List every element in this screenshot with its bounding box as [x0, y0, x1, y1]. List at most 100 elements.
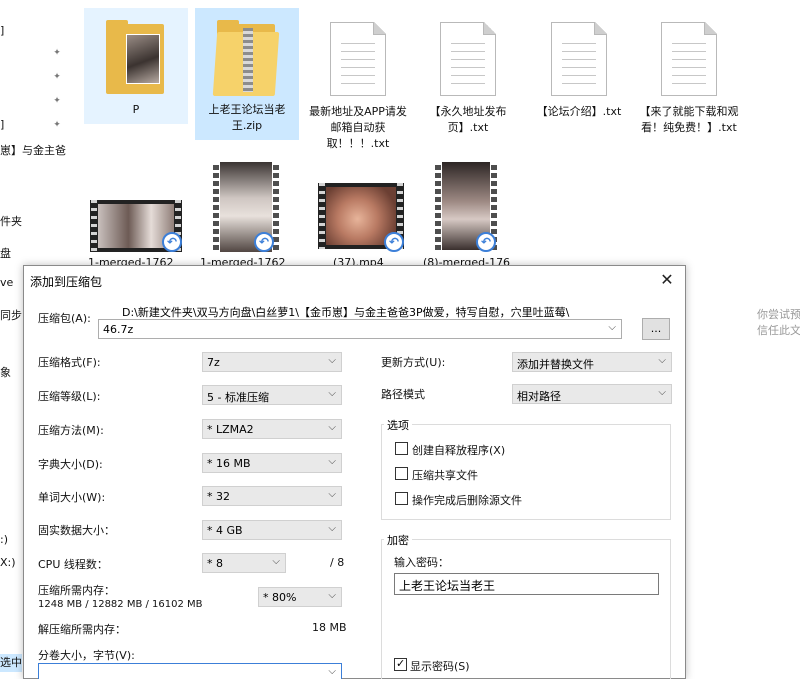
- nav-item[interactable]: ve: [0, 276, 13, 289]
- pin-icon: ✦: [53, 72, 61, 82]
- file-name: P: [132, 103, 140, 116]
- chevron-down-icon: ⌵: [608, 322, 616, 333]
- file-item-txt[interactable]: 最新地址及APP请发邮箱自动获取！！！.txt: [306, 8, 410, 158]
- file-item-txt[interactable]: 【论坛介绍】.txt: [527, 8, 631, 124]
- show-password-checkbox[interactable]: [394, 657, 407, 671]
- preview-hint-text: 信任此文: [757, 324, 800, 337]
- chevron-down-icon: ⌵: [328, 456, 336, 467]
- pin-icon: ✦: [53, 48, 61, 58]
- dict-label: 字典大小(D):: [38, 458, 103, 471]
- shortcut-arrow-icon: ↶: [476, 232, 496, 252]
- split-label: 分卷大小，字节(V):: [38, 649, 135, 662]
- decompress-memory-label: 解压缩所需内存：: [38, 623, 126, 636]
- format-label: 压缩格式(F):: [38, 356, 101, 369]
- close-icon[interactable]: ✕: [655, 269, 679, 291]
- screen: ] ✦ ✦ ✦ ] ✦ 崽】与金主爸 件夹 盘 ve 同步 象 :) X:) 选…: [0, 0, 800, 679]
- nav-item[interactable]: 件夹: [0, 213, 22, 229]
- file-name: 【永久地址发布页】.txt: [429, 105, 507, 134]
- update-mode-value: 添加并替换文件: [517, 358, 594, 371]
- format-select[interactable]: 7z ⌵: [202, 352, 342, 372]
- split-size-combo[interactable]: ⌵: [38, 663, 342, 679]
- cpu-label: CPU 线程数：: [38, 558, 108, 571]
- cpu-select[interactable]: * 8 ⌵: [202, 553, 286, 573]
- format-value: 7z: [207, 356, 220, 369]
- nav-item[interactable]: 盘: [0, 245, 11, 261]
- archive-path: D:\新建文件夹\双马方向盘\白丝萝1\【金币崽】与金主爸爸3P做爱，特写自慰，…: [122, 306, 570, 319]
- solid-label: 固实数据大小：: [38, 524, 115, 537]
- nav-item[interactable]: X:): [0, 556, 16, 569]
- file-item-txt[interactable]: 【永久地址发布页】.txt: [416, 8, 520, 140]
- path-mode-select[interactable]: 相对路径 ⌵: [512, 384, 672, 404]
- path-mode-label: 路径模式: [381, 388, 425, 401]
- memory-value: * 80%: [263, 591, 297, 604]
- method-value: * LZMA2: [207, 423, 254, 436]
- text-file-icon: [440, 22, 496, 96]
- file-name: 【来了就能下载和观看！纯免费！】.txt: [639, 105, 739, 134]
- chevron-down-icon: ⌵: [658, 355, 666, 366]
- dict-value: * 16 MB: [207, 457, 251, 470]
- sfx-label: 创建自释放程序(X): [412, 444, 506, 457]
- method-select[interactable]: * LZMA2 ⌵: [202, 419, 342, 439]
- zip-folder-icon: [212, 20, 280, 98]
- nav-item[interactable]: 同步: [0, 307, 22, 323]
- word-label: 单词大小(W):: [38, 491, 106, 504]
- path-mode-value: 相对路径: [517, 390, 561, 403]
- pin-icon: ✦: [53, 96, 61, 106]
- shared-files-label: 压缩共享文件: [412, 469, 478, 482]
- file-name: 【论坛介绍】.txt: [536, 105, 622, 118]
- folder-icon: [104, 20, 168, 98]
- shortcut-arrow-icon: ↶: [254, 232, 274, 252]
- options-group-title: 选项: [384, 417, 412, 433]
- delete-after-checkbox[interactable]: [395, 492, 408, 505]
- file-item-folder[interactable]: P: [84, 8, 188, 124]
- level-label: 压缩等级(L):: [38, 390, 101, 403]
- password-input[interactable]: 上老王论坛当老王: [394, 573, 659, 595]
- nav-item-selected[interactable]: 选中: [0, 654, 22, 672]
- password-value: 上老王论坛当老王: [399, 579, 496, 593]
- dialog-titlebar[interactable]: 添加到压缩包 ✕: [24, 266, 685, 296]
- text-file-icon: [551, 22, 607, 96]
- method-label: 压缩方法(M):: [38, 424, 104, 437]
- chevron-down-icon: ⌵: [328, 666, 336, 677]
- file-item-txt[interactable]: 【来了就能下载和观看！纯免费！】.txt: [637, 8, 741, 158]
- chevron-down-icon: ⌵: [328, 422, 336, 433]
- update-mode-label: 更新方式(U):: [381, 356, 446, 369]
- pin-icon: ✦: [53, 120, 61, 130]
- chevron-down-icon: ⌵: [272, 556, 280, 567]
- update-mode-select[interactable]: 添加并替换文件 ⌵: [512, 352, 672, 372]
- preview-hint-text: 你尝试预: [757, 308, 800, 321]
- nav-item[interactable]: 象: [0, 364, 11, 380]
- cpu-value: * 8: [207, 557, 223, 570]
- dict-select[interactable]: * 16 MB ⌵: [202, 453, 342, 473]
- chevron-down-icon: ⌵: [328, 355, 336, 366]
- solid-select[interactable]: * 4 GB ⌵: [202, 520, 342, 540]
- sfx-checkbox[interactable]: [395, 442, 408, 455]
- memory-select[interactable]: * 80% ⌵: [258, 587, 342, 607]
- file-name: 上老王论坛当老王.zip: [208, 103, 286, 132]
- nav-item[interactable]: ]: [0, 118, 4, 131]
- chevron-down-icon: ⌵: [328, 590, 336, 601]
- text-file-icon: [330, 22, 386, 96]
- solid-value: * 4 GB: [207, 524, 243, 537]
- decompress-memory-value: 18 MB: [312, 621, 347, 634]
- add-to-archive-dialog: 添加到压缩包 ✕ 压缩包(A): D:\新建文件夹\双马方向盘\白丝萝1\【金币…: [23, 265, 686, 679]
- nav-item[interactable]: ]: [0, 24, 4, 37]
- chevron-down-icon: ⌵: [328, 523, 336, 534]
- nav-item[interactable]: :): [0, 533, 8, 546]
- file-item-zip[interactable]: 上老王论坛当老王.zip: [195, 8, 299, 140]
- memory-detail: 1248 MB / 12882 MB / 16102 MB: [38, 599, 203, 610]
- shortcut-arrow-icon: ↶: [162, 232, 182, 252]
- show-password-label: 显示密码(S): [410, 660, 470, 673]
- memory-label: 压缩所需内存：: [38, 584, 115, 597]
- cpu-total: / 8: [330, 556, 345, 569]
- shared-files-checkbox[interactable]: [395, 467, 408, 480]
- archive-label: 压缩包(A):: [38, 312, 91, 325]
- nav-item[interactable]: 崽】与金主爸: [0, 142, 66, 158]
- word-select[interactable]: * 32 ⌵: [202, 486, 342, 506]
- chevron-down-icon: ⌵: [328, 388, 336, 399]
- browse-button[interactable]: ...: [642, 318, 670, 340]
- dialog-title: 添加到压缩包: [30, 275, 103, 289]
- word-value: * 32: [207, 490, 230, 503]
- level-select[interactable]: 5 - 标准压缩 ⌵: [202, 385, 342, 405]
- archive-name-combo[interactable]: 46.7z ⌵: [98, 319, 622, 339]
